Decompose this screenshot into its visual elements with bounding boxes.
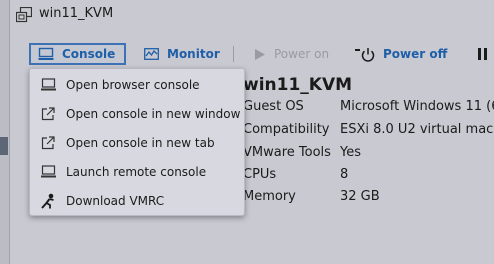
property-label: Guest OS [243, 99, 304, 114]
property-label: VMware Tools [243, 145, 331, 160]
power-off-button[interactable]: Power off [355, 43, 447, 65]
summary-vm-title: win11_KVM [243, 75, 353, 95]
menu-item-label: Open console in new tab [66, 135, 215, 150]
power-off-icon [355, 48, 375, 62]
property-label: CPUs [243, 167, 277, 182]
vm-header: win11_KVM [10, 0, 494, 32]
menu-item-label: Download VMRC [66, 193, 165, 208]
monitor-icon [40, 164, 56, 180]
menu-item-launch-remote-console[interactable]: Launch remote console [30, 157, 244, 186]
power-off-button-label: Power off [383, 47, 448, 61]
actions-toolbar: Console Monitor Power on Power off [0, 40, 494, 68]
chart-line-icon [144, 48, 159, 60]
monitor-icon [40, 77, 56, 93]
menu-item-open-console-new-tab[interactable]: Open console in new tab [30, 128, 244, 157]
monitor-button-label: Monitor [167, 47, 220, 61]
property-value: 32 GB [340, 189, 380, 204]
power-on-button[interactable]: Power on [254, 43, 329, 65]
property-label: Memory [243, 189, 296, 204]
property-value: Yes [340, 145, 361, 160]
sidebar-selection-marker [0, 137, 8, 155]
console-button[interactable]: Console [29, 43, 126, 65]
vm-icon [15, 6, 33, 23]
console-dropdown-menu: Open browser console Open console in new… [29, 68, 245, 216]
play-icon [255, 48, 265, 60]
menu-item-label: Open browser console [66, 77, 200, 92]
property-value: ESXi 8.0 U2 virtual machine [340, 122, 494, 137]
monitor-button[interactable]: Monitor [144, 43, 220, 65]
console-button-label: Console [62, 47, 116, 61]
monitor-icon [38, 47, 54, 60]
menu-item-download-vmrc[interactable]: Download VMRC [30, 186, 244, 215]
download-person-icon [40, 193, 56, 209]
menu-item-open-browser-console[interactable]: Open browser console [30, 70, 244, 99]
external-link-icon [40, 135, 56, 151]
power-on-button-label: Power on [274, 47, 330, 61]
menu-item-label: Open console in new window [66, 106, 241, 121]
property-label: Compatibility [243, 122, 330, 137]
property-value: Microsoft Windows 11 (64-bit) [340, 99, 494, 114]
pause-icon [478, 48, 487, 60]
menu-item-open-console-new-window[interactable]: Open console in new window [30, 99, 244, 128]
property-value: 8 [340, 167, 349, 182]
suspend-button[interactable] [477, 43, 494, 65]
vm-name: win11_KVM [39, 6, 114, 21]
menu-item-label: Launch remote console [66, 164, 207, 179]
external-link-icon [40, 106, 56, 122]
toolbar-divider [233, 46, 234, 62]
